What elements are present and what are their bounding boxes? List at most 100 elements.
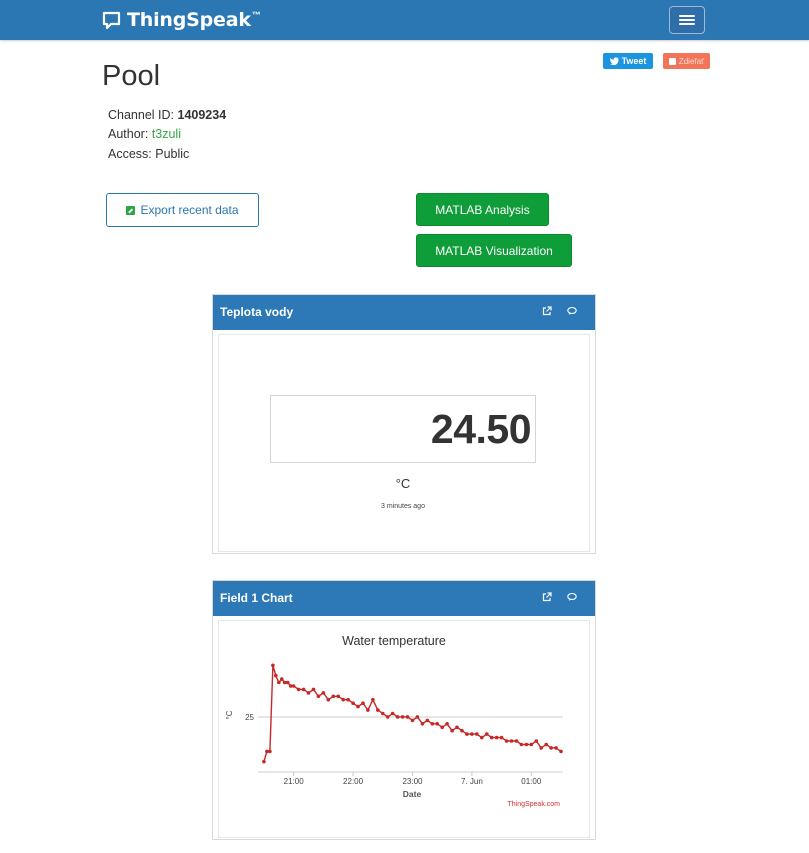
data-point[interactable]: [331, 694, 336, 699]
current-value: 24.50: [430, 406, 532, 452]
x-tick-label: 21:00: [284, 777, 305, 786]
x-tick-label: 22:00: [343, 777, 364, 786]
data-point[interactable]: [410, 718, 415, 723]
menu-bar-icon: [679, 19, 695, 21]
comment-icon[interactable]: [567, 306, 577, 316]
value-display: 24.50: [270, 395, 536, 463]
y-tick-label: 25: [245, 713, 254, 722]
data-point[interactable]: [430, 722, 435, 726]
x-axis-label: Date: [403, 789, 422, 799]
data-point[interactable]: [519, 742, 524, 747]
speech-bubble-icon: [102, 11, 121, 30]
data-point[interactable]: [470, 732, 474, 736]
matlab-visualization-button[interactable]: MATLAB Visualization: [416, 234, 572, 267]
data-point[interactable]: [356, 704, 360, 709]
data-point[interactable]: [405, 715, 410, 719]
data-point[interactable]: [534, 739, 539, 743]
data-point[interactable]: [262, 759, 266, 764]
data-point[interactable]: [306, 691, 311, 695]
data-point[interactable]: [366, 708, 370, 712]
data-point[interactable]: [361, 701, 365, 705]
data-point[interactable]: [504, 739, 509, 743]
data-point[interactable]: [301, 687, 306, 692]
channel-id-label: Channel ID:: [108, 108, 175, 122]
data-point[interactable]: [445, 722, 449, 726]
data-point[interactable]: [311, 687, 316, 692]
data-point[interactable]: [549, 746, 553, 750]
hamburger-menu-button[interactable]: [669, 6, 705, 34]
data-point[interactable]: [346, 697, 350, 702]
brand-name: ThingSpeak: [127, 9, 251, 31]
matlab-analysis-label: MATLAB Analysis: [435, 202, 530, 217]
data-point[interactable]: [390, 711, 395, 716]
data-point[interactable]: [415, 715, 420, 719]
x-axis-ticks: 21:00 22:00 23:00 7. Jun 01:00: [284, 772, 542, 786]
data-point[interactable]: [385, 715, 390, 719]
data-point[interactable]: [440, 725, 444, 730]
chart-title: Water temperature: [342, 634, 446, 648]
data-point[interactable]: [280, 677, 284, 681]
data-point[interactable]: [420, 722, 425, 726]
data-point[interactable]: [326, 697, 331, 702]
data-point[interactable]: [341, 697, 345, 702]
data-point[interactable]: [321, 691, 326, 695]
brand-trademark: ™: [251, 10, 261, 20]
data-point[interactable]: [475, 732, 479, 736]
data-point[interactable]: [400, 715, 405, 719]
data-point[interactable]: [277, 680, 281, 685]
chart-credit[interactable]: ThingSpeak.com: [507, 801, 560, 808]
data-point[interactable]: [529, 742, 534, 747]
data-point[interactable]: [455, 725, 459, 730]
brand-logo[interactable]: ThingSpeak ™: [102, 7, 261, 33]
tweet-label: Tweet: [621, 56, 647, 66]
data-point[interactable]: [494, 735, 499, 740]
data-point[interactable]: [480, 735, 484, 740]
channel-id-row: Channel ID: 1409234: [108, 108, 226, 122]
navbar: ThingSpeak ™: [0, 0, 809, 40]
data-point[interactable]: [351, 701, 355, 705]
data-point[interactable]: [465, 732, 469, 736]
data-point[interactable]: [499, 735, 504, 740]
data-point[interactable]: [524, 742, 529, 747]
x-tick-label: 7. Jun: [461, 777, 483, 786]
data-point[interactable]: [395, 715, 400, 719]
data-point[interactable]: [544, 742, 548, 747]
matlab-analysis-button[interactable]: MATLAB Analysis: [416, 193, 549, 226]
data-point[interactable]: [489, 735, 494, 740]
matlab-visualization-label: MATLAB Visualization: [435, 243, 553, 258]
panel-title: Field 1 Chart: [220, 591, 293, 605]
data-point[interactable]: [271, 663, 275, 668]
export-recent-data-button[interactable]: Export recent data: [106, 193, 259, 227]
data-point[interactable]: [435, 722, 439, 726]
data-point[interactable]: [376, 708, 380, 712]
data-point[interactable]: [371, 697, 375, 702]
open-external-icon[interactable]: [542, 306, 552, 316]
access-value: Public: [155, 147, 190, 161]
tweet-button[interactable]: Tweet: [603, 53, 653, 69]
data-point[interactable]: [509, 739, 514, 743]
author-link[interactable]: t3zuli: [152, 127, 181, 141]
share-button[interactable]: Zdieľať: [663, 53, 710, 69]
channel-id-value: 1409234: [177, 108, 227, 122]
data-point[interactable]: [274, 673, 278, 678]
data-point[interactable]: [450, 728, 454, 733]
data-point[interactable]: [460, 728, 464, 733]
open-external-icon[interactable]: [542, 592, 552, 602]
series-line: [263, 665, 562, 762]
data-point[interactable]: [514, 739, 519, 743]
data-point[interactable]: [285, 680, 290, 685]
data-point[interactable]: [268, 749, 272, 754]
data-point[interactable]: [291, 684, 296, 688]
panel-header: Field 1 Chart: [213, 581, 595, 616]
data-point[interactable]: [316, 694, 321, 699]
data-point[interactable]: [485, 732, 489, 736]
data-point[interactable]: [539, 746, 543, 750]
data-point[interactable]: [559, 749, 563, 754]
data-point[interactable]: [296, 687, 301, 692]
menu-bar-icon: [679, 23, 695, 25]
data-point[interactable]: [554, 746, 558, 750]
data-point[interactable]: [381, 711, 385, 716]
data-point[interactable]: [336, 694, 340, 699]
comment-icon[interactable]: [567, 592, 577, 602]
data-point[interactable]: [425, 718, 430, 723]
